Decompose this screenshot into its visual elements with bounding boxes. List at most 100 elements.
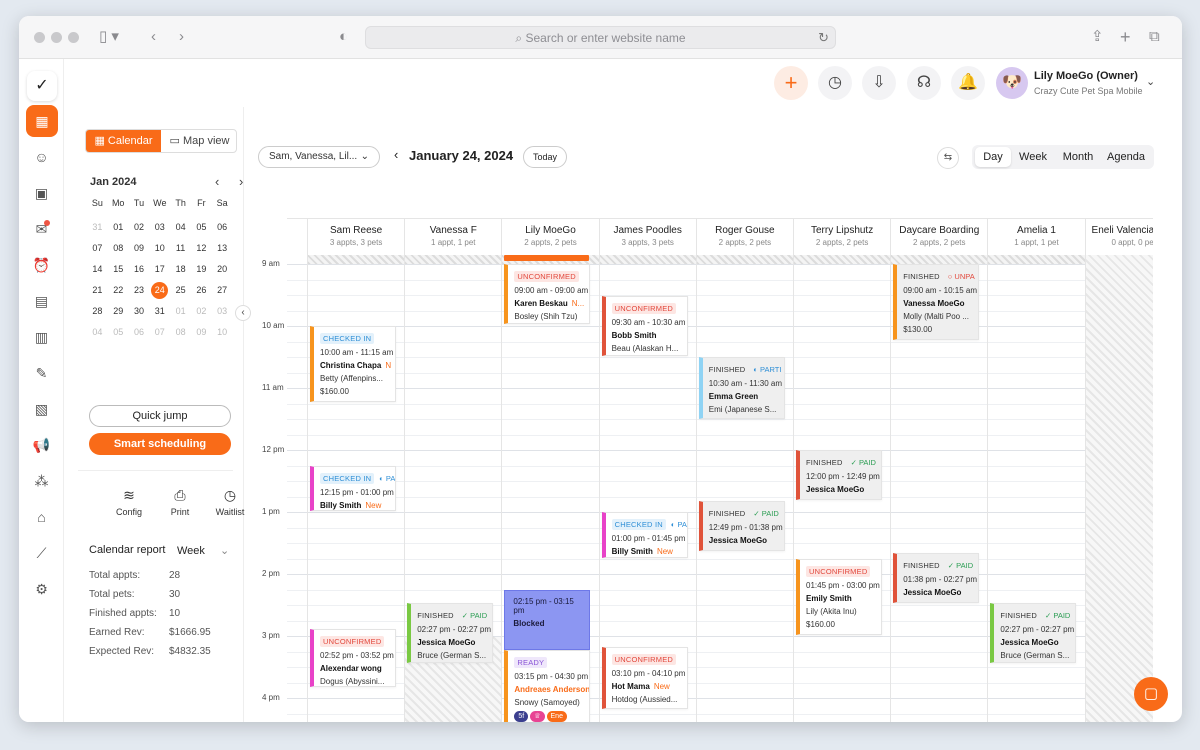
prev-month-icon[interactable]: ‹ [215, 174, 219, 189]
tasks-nav-icon[interactable]: ▣ [19, 178, 64, 208]
collapse-sidebar-button[interactable]: ‹ [235, 305, 251, 321]
minimize-window-button[interactable] [51, 32, 62, 43]
day-cell[interactable]: 13 [212, 238, 233, 259]
appointment-card[interactable]: FINISHED ✓ PAID 01:38 pm - 02:27 pm Jessica… [893, 553, 980, 603]
appointment-card[interactable]: UNCONFIRMED 03:10 pm - 04:10 pm Hot Mama Ne… [601, 647, 688, 709]
staff-column-header[interactable]: Sam Reese 3 appts, 3 pets [307, 219, 404, 255]
day-cell[interactable]: 04 [87, 322, 108, 343]
day-cell[interactable]: 09 [191, 322, 212, 343]
marketing-nav-icon[interactable]: 📢 [19, 430, 64, 460]
day-cell[interactable]: 24 [149, 280, 170, 301]
address-bar[interactable]: ⌕ Search or enter website name ↻ [365, 26, 836, 49]
appointment-card[interactable]: FINISHED ✓ PAID 12:49 pm - 01:38 pm Jessica… [698, 501, 785, 551]
close-window-button[interactable] [34, 32, 45, 43]
appointment-card[interactable]: UNCONFIRMED 09:30 am - 10:30 am Bobb Smith… [601, 296, 688, 356]
day-cell[interactable]: 07 [149, 322, 170, 343]
insights-nav-icon[interactable]: ⟋ [19, 538, 64, 568]
day-cell[interactable]: 10 [149, 238, 170, 259]
config-button[interactable]: ≋ Config [107, 487, 151, 517]
day-cell[interactable]: 21 [87, 280, 108, 301]
clock-icon[interactable]: ◷ [818, 66, 852, 100]
chat-icon[interactable]: ▢ [1134, 677, 1168, 711]
download-icon[interactable]: ⇩ [862, 66, 896, 100]
next-month-icon[interactable]: › [239, 174, 243, 189]
appointment-overflow-bar[interactable] [504, 255, 590, 261]
day-cell[interactable]: 07 [87, 238, 108, 259]
logo-icon[interactable]: ✓ [27, 71, 57, 101]
day-cell[interactable]: 05 [108, 322, 129, 343]
chevron-right-icon[interactable]: › [179, 28, 184, 46]
appointment-card[interactable]: CHECKED IN 10:00 am - 11:15 am Christina C… [310, 326, 396, 402]
day-cell[interactable]: 08 [108, 238, 129, 259]
day-cell[interactable]: 01 [170, 301, 191, 322]
day-cell[interactable]: 30 [129, 301, 150, 322]
clients-nav-icon[interactable]: ☺ [19, 142, 64, 172]
day-cell[interactable]: 10 [212, 322, 233, 343]
staff-column-header[interactable]: Lily MoeGo 2 appts, 2 pets [501, 219, 598, 255]
chevron-down-icon[interactable]: ⌄ [1146, 75, 1155, 88]
next-day-icon[interactable]: › [508, 147, 512, 162]
day-cell[interactable]: 08 [170, 322, 191, 343]
appointment-card[interactable]: FINISHED ○ UNPA 09:00 am - 10:15 am Vanessa… [893, 264, 980, 340]
appointment-card[interactable]: READY 03:15 pm - 04:30 pm Andreaes Anderso… [504, 650, 591, 722]
appointment-card[interactable]: FINISHED ✓ PAID 12:00 pm - 12:49 pm Jessica… [796, 450, 882, 500]
tab-agenda[interactable]: Agenda [1102, 145, 1150, 169]
day-cell[interactable]: 03 [212, 301, 233, 322]
schedule-nav-icon[interactable]: ▤ [19, 286, 64, 316]
prev-day-icon[interactable]: ‹ [394, 147, 398, 162]
day-cell[interactable]: 01 [108, 217, 129, 238]
appointment-card[interactable]: FINISHED ✓ PAID 02:27 pm - 02:27 pm Jessica… [990, 603, 1077, 663]
swap-staff-icon[interactable]: ⇆ [937, 147, 959, 169]
tab-day[interactable]: Day [975, 147, 1011, 167]
staff-column[interactable] [1084, 255, 1153, 722]
day-cell[interactable]: 28 [87, 301, 108, 322]
appointment-card[interactable]: CHECKED IN ◐ PA 12:15 pm - 01:00 pm Billy S… [310, 466, 396, 511]
settings-nav-icon[interactable]: ⚙ [19, 574, 64, 604]
team-nav-icon[interactable]: ⁂ [19, 466, 64, 496]
day-cell[interactable]: 11 [170, 238, 191, 259]
share-icon[interactable]: ⇪ [1091, 28, 1104, 46]
staff-column-header[interactable]: Daycare Boarding 2 appts, 2 pets [890, 219, 987, 255]
day-cell[interactable]: 06 [212, 217, 233, 238]
bell-icon[interactable]: 🔔 [951, 66, 985, 100]
tab-week[interactable]: Week [1014, 145, 1052, 169]
day-cell[interactable]: 14 [87, 259, 108, 280]
new-tab-icon[interactable]: + [1120, 28, 1131, 46]
print-button[interactable]: ⎙ Print [158, 487, 202, 517]
staff-column-header[interactable]: Vanessa F 1 appt, 1 pet [404, 219, 501, 255]
day-cell[interactable]: 02 [129, 217, 150, 238]
day-cell[interactable]: 18 [170, 259, 191, 280]
edit-nav-icon[interactable]: ✎ [19, 358, 64, 388]
quick-jump-button[interactable]: Quick jump [89, 405, 231, 427]
staff-column-header[interactable]: Eneli Valencia-Ol... 0 appt, 0 pet [1084, 219, 1153, 255]
headset-icon[interactable]: ☊ [907, 66, 941, 100]
day-cell[interactable]: 19 [191, 259, 212, 280]
reload-icon[interactable]: ↻ [818, 27, 829, 49]
day-cell[interactable]: 22 [108, 280, 129, 301]
day-cell[interactable]: 03 [149, 217, 170, 238]
payments-nav-icon[interactable]: ▧ [19, 394, 64, 424]
report-period-select[interactable]: Week ⌄ [177, 544, 229, 557]
sidebar-toggle-icon[interactable]: ▯ ▾ [99, 28, 119, 46]
appointment-card[interactable]: UNCONFIRMED 01:45 pm - 03:00 pm Emily Smit… [796, 559, 882, 635]
day-cell[interactable]: 20 [212, 259, 233, 280]
smart-scheduling-button[interactable]: Smart scheduling [89, 433, 231, 455]
staff-column-header[interactable]: Amelia 1 1 appt, 1 pet [987, 219, 1084, 255]
tabs-overview-icon[interactable]: ⧉ [1149, 28, 1160, 46]
reminders-nav-icon[interactable]: ⏰ [19, 250, 64, 280]
staff-column[interactable] [695, 255, 793, 722]
day-cell[interactable]: 29 [108, 301, 129, 322]
staff-column-header[interactable]: James Poodles 3 appts, 3 pets [598, 219, 696, 255]
add-button[interactable]: + [774, 66, 808, 100]
appointment-card[interactable]: FINISHED ✓ PAID 02:27 pm - 02:27 pm Jessica… [407, 603, 494, 663]
waitlist-button[interactable]: ◷ Waitlist [208, 487, 252, 517]
maximize-window-button[interactable] [68, 32, 79, 43]
avatar[interactable]: 🐶 [996, 67, 1028, 99]
day-cell[interactable]: 27 [212, 280, 233, 301]
day-cell[interactable]: 09 [129, 238, 150, 259]
day-cell[interactable]: 23 [129, 280, 150, 301]
day-cell[interactable]: 16 [129, 259, 150, 280]
day-cell[interactable]: 31 [149, 301, 170, 322]
day-cell[interactable]: 05 [191, 217, 212, 238]
messages-nav-icon[interactable]: ✉ [19, 214, 64, 244]
